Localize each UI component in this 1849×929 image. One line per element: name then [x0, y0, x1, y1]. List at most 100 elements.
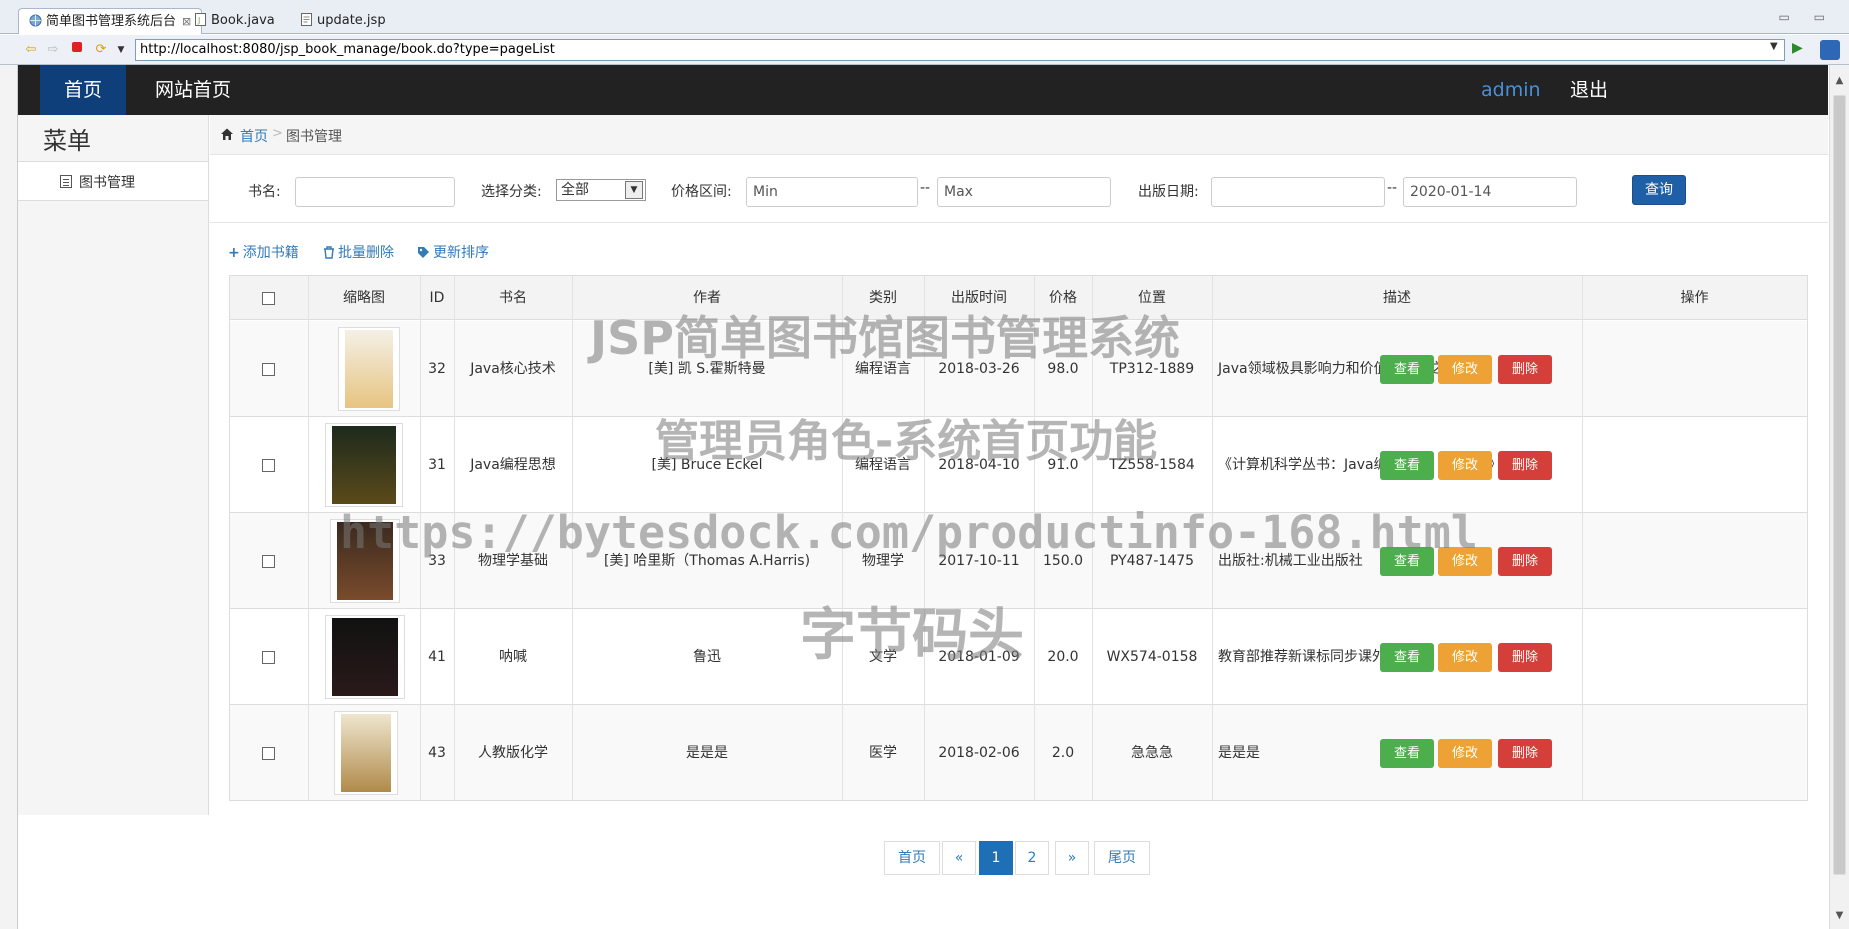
edit-button[interactable]: 修改 — [1438, 739, 1492, 768]
cell-id: 41 — [428, 649, 446, 665]
history-dropdown-icon[interactable]: ▼ — [112, 41, 130, 59]
nav-logout[interactable]: 退出 — [1550, 65, 1628, 115]
scroll-down-icon[interactable]: ▼ — [1830, 910, 1849, 921]
page-prev[interactable]: « — [942, 841, 976, 875]
add-book-button[interactable]: + 添加书籍 — [228, 242, 299, 262]
delete-button[interactable]: 删除 — [1498, 451, 1552, 480]
cell-price: 2.0 — [1051, 745, 1075, 761]
page-1[interactable]: 1 — [979, 841, 1013, 875]
view-button[interactable]: 查看 — [1380, 739, 1434, 768]
price-max-input[interactable]: Max — [937, 177, 1111, 207]
col-name: 书名 — [499, 290, 527, 306]
page-2[interactable]: 2 — [1015, 841, 1049, 875]
book-cover-thumbnail — [325, 423, 403, 507]
svg-text:J: J — [197, 16, 200, 25]
forward-icon[interactable]: ⇨ — [44, 41, 62, 59]
page-first[interactable]: 首页 — [884, 841, 940, 875]
delete-button[interactable]: 删除 — [1498, 547, 1552, 576]
window-controls[interactable]: ▭ ▭ — [1779, 10, 1836, 24]
search-form: 书名: 选择分类: 全部 ▼ 价格区间: Min -- Max 出版日期: --… — [210, 155, 1828, 223]
edit-button[interactable]: 修改 — [1438, 355, 1492, 384]
chevron-down-icon: ▼ — [625, 181, 643, 199]
external-browser-icon[interactable] — [1820, 40, 1840, 60]
scroll-thumb[interactable] — [1833, 95, 1846, 875]
delete-button[interactable]: 删除 — [1498, 643, 1552, 672]
category-select[interactable]: 全部 ▼ — [556, 179, 646, 201]
scroll-up-icon[interactable]: ▲ — [1830, 75, 1849, 86]
refresh-icon[interactable]: ⟳ — [92, 41, 110, 59]
jsp-file-icon — [300, 10, 313, 26]
price-range-label: 价格区间: — [671, 184, 732, 200]
cell-name: Java核心技术 — [470, 361, 556, 377]
batch-delete-button[interactable]: 批量删除 — [323, 242, 394, 262]
page-next[interactable]: » — [1055, 841, 1089, 875]
top-navbar: 首页 网站首页 admin 退出 — [18, 65, 1828, 115]
col-description: 描述 — [1383, 290, 1411, 306]
book-cover-image — [341, 714, 391, 792]
table-row: 43 人教版化学 是是是 医学 2018-02-06 2.0 急急急 是是是 查看 修改 删除 — [230, 705, 1807, 801]
date-range-separator: -- — [1387, 180, 1398, 196]
book-cover-thumbnail — [334, 711, 398, 795]
query-button[interactable]: 查询 — [1632, 175, 1686, 205]
tab-update-jsp[interactable]: update.jsp — [290, 8, 396, 34]
edit-button[interactable]: 修改 — [1438, 451, 1492, 480]
tab-book-java[interactable]: J Book.java — [184, 8, 285, 34]
breadcrumb-current: 图书管理 — [286, 129, 342, 145]
cell-id: 43 — [428, 745, 446, 761]
category-selected-value: 全部 — [561, 182, 589, 198]
row-checkbox[interactable] — [262, 651, 275, 664]
sidebar-item-book-manage[interactable]: 图书管理 — [18, 161, 208, 201]
watermark-subtitle: 管理员角色-系统首页功能 — [655, 416, 1158, 467]
url-dropdown-icon[interactable]: ▼ — [1770, 41, 1778, 52]
sidebar: 菜单 图书管理 — [18, 115, 209, 815]
select-all-checkbox[interactable] — [262, 292, 275, 305]
price-range-separator: -- — [920, 180, 931, 196]
column-divider — [308, 276, 309, 800]
col-thumbnail: 缩略图 — [343, 290, 385, 306]
vertical-scrollbar[interactable]: ▲ ▼ — [1829, 65, 1849, 929]
row-checkbox[interactable] — [262, 747, 275, 760]
url-input[interactable]: http://localhost:8080/jsp_book_manage/bo… — [135, 39, 1785, 61]
browser-address-bar: ⇦ ⇨ ⟳ ▼ http://localhost:8080/jsp_book_m… — [0, 35, 1849, 65]
price-min-input[interactable]: Min — [746, 177, 918, 207]
home-icon — [220, 127, 234, 141]
document-icon — [60, 175, 72, 188]
left-gutter — [0, 65, 18, 929]
tab-label: 简单图书管理系统后台 — [46, 14, 177, 29]
sidebar-title: 菜单 — [43, 127, 91, 155]
book-cover-thumbnail — [338, 327, 400, 411]
view-button[interactable]: 查看 — [1380, 355, 1434, 384]
row-checkbox[interactable] — [262, 459, 275, 472]
date-to-input[interactable]: 2020-01-14 — [1403, 177, 1577, 207]
go-icon[interactable]: ▶ — [1792, 40, 1803, 56]
edit-button[interactable]: 修改 — [1438, 643, 1492, 672]
book-name-input[interactable] — [295, 177, 455, 207]
update-sort-button[interactable]: 更新排序 — [417, 242, 489, 262]
cell-author: 是是是 — [686, 745, 728, 761]
book-name-label: 书名: — [248, 184, 281, 200]
delete-button[interactable]: 删除 — [1498, 739, 1552, 768]
tab-book-admin[interactable]: 简单图书管理系统后台 ⊠ — [18, 8, 203, 34]
row-checkbox[interactable] — [262, 363, 275, 376]
view-button[interactable]: 查看 — [1380, 451, 1434, 480]
page-last[interactable]: 尾页 — [1094, 841, 1150, 875]
date-from-input[interactable] — [1211, 177, 1385, 207]
view-button[interactable]: 查看 — [1380, 643, 1434, 672]
back-icon[interactable]: ⇦ — [22, 41, 40, 59]
category-label: 选择分类: — [481, 184, 542, 200]
delete-button[interactable]: 删除 — [1498, 355, 1552, 384]
watermark-brand: 字节码头 — [800, 603, 1024, 668]
book-cover-image — [345, 330, 393, 408]
stop-icon[interactable] — [68, 41, 86, 59]
cell-category: 医学 — [869, 745, 897, 761]
nav-user[interactable]: admin — [1461, 65, 1561, 115]
column-divider — [1582, 276, 1583, 800]
nav-home[interactable]: 首页 — [40, 65, 126, 115]
row-checkbox[interactable] — [262, 555, 275, 568]
watermark-url: https://bytesdock.com/productinfo-168.ht… — [340, 506, 1478, 559]
cell-location: WX574-0158 — [1106, 649, 1198, 665]
book-cover-image — [332, 618, 398, 696]
java-file-icon: J — [194, 10, 207, 26]
nav-site-home[interactable]: 网站首页 — [135, 65, 251, 115]
breadcrumb-home-link[interactable]: 首页 — [240, 126, 268, 146]
